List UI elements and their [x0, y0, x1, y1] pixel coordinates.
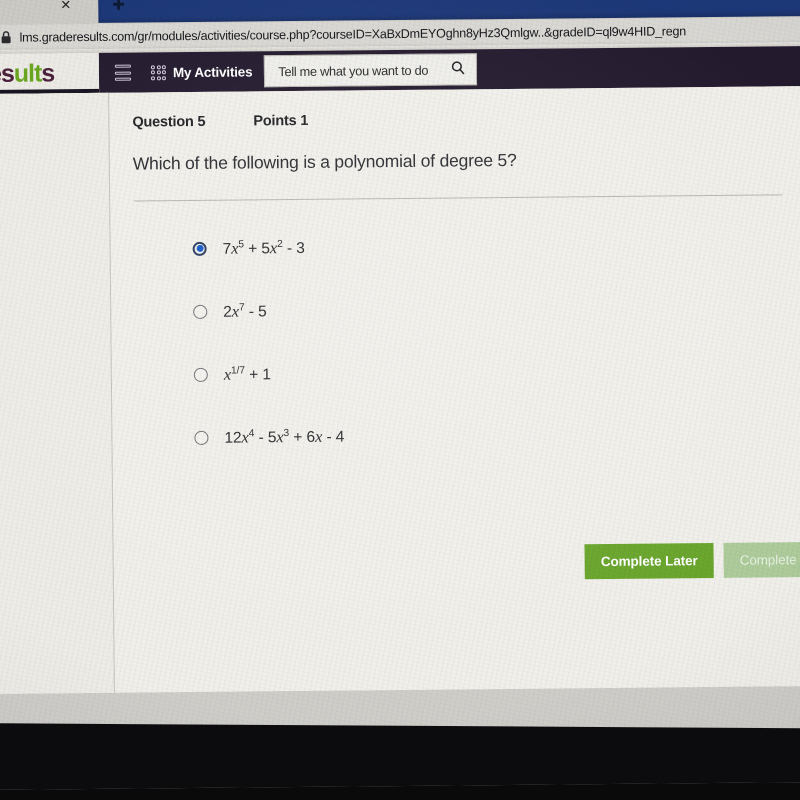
answer-option[interactable]: 7x5 + 5x2 - 3	[192, 229, 800, 262]
question-points: Points 1	[253, 112, 309, 130]
logo-accent: ult	[13, 58, 42, 88]
new-tab-icon[interactable]: ✚	[112, 0, 125, 14]
navbar-dark-region: My Activities Tell me what you want to d…	[98, 46, 800, 93]
complete-button[interactable]: Complete	[723, 542, 800, 578]
monitor-photo: ✕ ✚ lms.graderesults.com/gr/modules/acti…	[0, 0, 800, 790]
radio-opt-d[interactable]	[194, 430, 209, 445]
answer-option[interactable]: x1/7 + 1	[193, 355, 800, 388]
left-sidebar: on	[0, 92, 115, 694]
answer-option-label: x1/7 + 1	[223, 364, 271, 384]
answer-option-label: 12x4 - 5x3 + 6x - 4	[224, 426, 345, 447]
question-header: Question 5 Points 1	[132, 108, 800, 131]
url-text: lms.graderesults.com/gr/modules/activiti…	[19, 23, 687, 45]
question-number: Question 5	[132, 113, 206, 131]
search-placeholder: Tell me what you want to do	[278, 62, 429, 79]
action-buttons: Complete Later Complete	[584, 542, 800, 580]
answer-option-label: 7x5 + 5x2 - 3	[222, 237, 305, 258]
logo-text: Results	[0, 59, 54, 89]
screenshot-root: ✕ ✚ lms.graderesults.com/gr/modules/acti…	[0, 0, 800, 800]
answer-option-label: 2x7 - 5	[223, 301, 267, 321]
logo-prefix: Res	[0, 59, 14, 88]
question-prompt: Which of the following is a polynomial o…	[132, 149, 517, 174]
radio-opt-b[interactable]	[193, 304, 208, 319]
question-content: Question 5 Points 1 Which of the followi…	[109, 86, 800, 693]
nav-item-my-activities-label: My Activities	[172, 63, 253, 80]
grid-dots-icon	[150, 64, 167, 80]
complete-later-button[interactable]: Complete Later	[584, 543, 714, 580]
question-divider	[134, 194, 783, 202]
close-tab-icon[interactable]: ✕	[60, 0, 71, 13]
search-icon[interactable]	[451, 60, 465, 79]
page-body: on Question 5 Points 1 Which of the foll…	[0, 86, 800, 694]
search-input[interactable]: Tell me what you want to do	[264, 53, 478, 88]
answer-options-list: 7x5 + 5x2 - 3 2x7 - 5 x1/7 + 1 12x4 - 5x3 +…	[133, 229, 800, 452]
lock-icon	[1, 31, 12, 44]
stacked-rows-icon[interactable]	[114, 64, 132, 81]
radio-opt-a[interactable]	[192, 241, 207, 256]
nav-item-my-activities[interactable]: My Activities	[150, 63, 253, 80]
answer-option[interactable]: 12x4 - 5x3 + 6x - 4	[194, 418, 800, 451]
monitor-bezel-bottom	[0, 723, 800, 790]
logo-suffix: s	[41, 58, 55, 87]
answer-option[interactable]: 2x7 - 5	[193, 292, 800, 325]
app-logo[interactable]: Results	[0, 52, 100, 95]
radio-opt-c[interactable]	[193, 367, 208, 382]
